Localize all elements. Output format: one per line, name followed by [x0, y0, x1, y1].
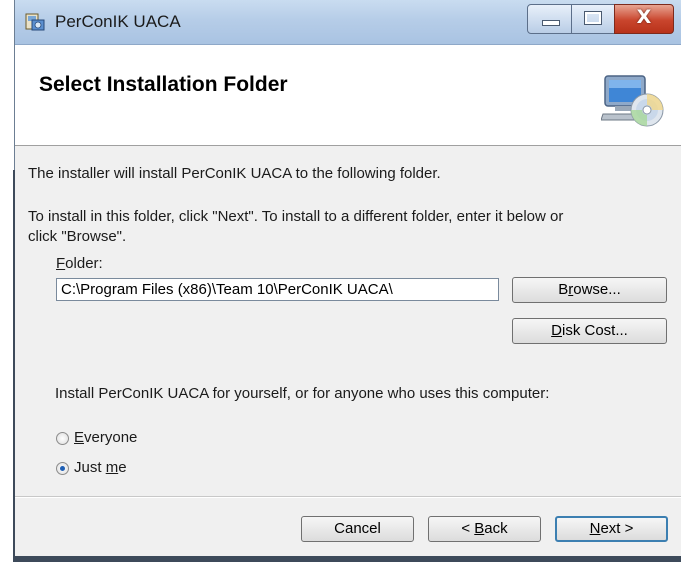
- back-button[interactable]: < Back: [428, 516, 541, 542]
- disk-cost-button[interactable]: Disk Cost...: [512, 318, 667, 344]
- close-icon: X: [636, 6, 652, 28]
- next-button[interactable]: Next >: [555, 516, 668, 542]
- background-strip: [0, 0, 14, 562]
- intro-text: The installer will install PerConIK UACA…: [28, 165, 441, 182]
- page-title: Select Installation Folder: [39, 73, 288, 96]
- footer-divider-highlight: [15, 497, 681, 498]
- just-me-label-accel: m: [105, 459, 119, 476]
- everyone-label-post: veryone: [84, 429, 138, 446]
- just-me-radio[interactable]: [56, 462, 69, 475]
- minimize-button[interactable]: [527, 4, 572, 34]
- close-button[interactable]: X: [614, 4, 674, 34]
- computer-cd-icon: [601, 75, 664, 127]
- browse-label-pre: B: [558, 281, 569, 298]
- folder-label-accel: F: [56, 255, 66, 272]
- back-label-pre: <: [461, 520, 475, 537]
- instructions-line-1: To install in this folder, click "Next".…: [28, 208, 564, 225]
- installer-window: PerConIK UACA X Select Installation Fold…: [14, 0, 681, 562]
- disk-cost-label-post: isk Cost...: [561, 322, 628, 339]
- browse-label-post: owse...: [573, 281, 621, 298]
- next-label-post: ext >: [600, 520, 634, 537]
- installer-app-icon: [25, 13, 45, 31]
- folder-label-rest: older:: [65, 255, 103, 272]
- everyone-label[interactable]: Everyone: [74, 429, 137, 446]
- folder-path-input[interactable]: C:\Program Files (x86)\Team 10\PerConIK …: [56, 278, 499, 301]
- window-shadow-edge: [13, 170, 15, 562]
- install-for-text: Install PerConIK UACA for yourself, or f…: [55, 385, 550, 402]
- cancel-button[interactable]: Cancel: [301, 516, 414, 542]
- folder-label: Folder:: [56, 255, 103, 272]
- just-me-label-pre: Just: [74, 459, 106, 476]
- maximize-icon: [584, 11, 602, 25]
- window-bottom-edge: [15, 556, 681, 562]
- just-me-label[interactable]: Just me: [74, 459, 127, 476]
- minimize-icon: [542, 20, 560, 26]
- maximize-button[interactable]: [571, 4, 615, 34]
- everyone-radio[interactable]: [56, 432, 69, 445]
- header-banner: Select Installation Folder: [15, 45, 681, 146]
- back-label-accel: B: [474, 520, 485, 537]
- just-me-label-post: e: [118, 459, 127, 476]
- next-label-accel: N: [589, 520, 601, 537]
- window-title: PerConIK UACA: [55, 12, 181, 31]
- back-label-post: ack: [484, 520, 508, 537]
- instructions-line-2: click "Browse".: [28, 228, 127, 245]
- disk-cost-label-accel: D: [551, 322, 562, 339]
- everyone-label-accel: E: [74, 429, 85, 446]
- title-bar[interactable]: PerConIK UACA X: [15, 0, 681, 45]
- browse-button[interactable]: Browse...: [512, 277, 667, 303]
